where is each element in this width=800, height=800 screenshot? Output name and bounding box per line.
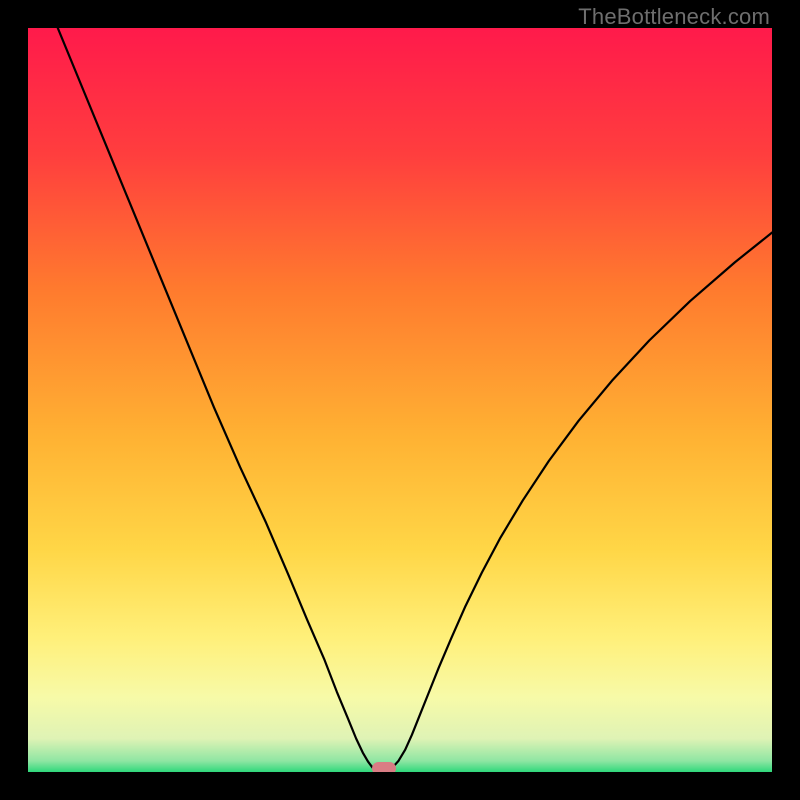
bottleneck-curve [28, 28, 772, 772]
chart-frame: TheBottleneck.com [0, 0, 800, 800]
optimal-point-marker [372, 762, 396, 772]
plot-area [28, 28, 772, 772]
watermark-text: TheBottleneck.com [578, 4, 770, 30]
